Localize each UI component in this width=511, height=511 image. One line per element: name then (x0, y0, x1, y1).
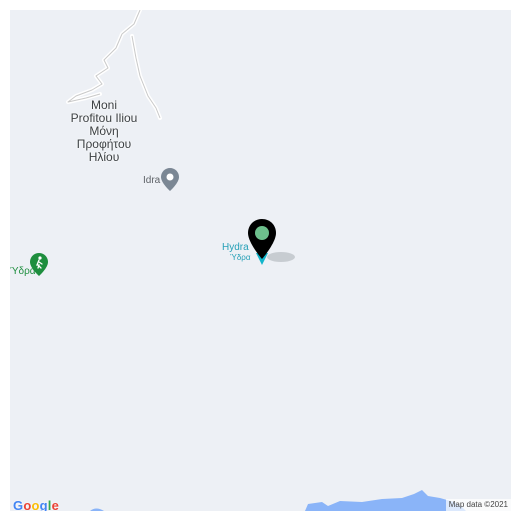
map-data-attribution[interactable]: Map data ©2021 (445, 499, 511, 511)
google-logo-letter: o (31, 498, 40, 511)
map-canvas[interactable]: Moni Profitou Iliou Μόνη Προφήτου Ηλίου … (10, 10, 511, 511)
monastery-label[interactable]: Moni Profitou Iliou Μόνη Προφήτου Ηλίου (62, 99, 146, 164)
google-logo-letter: g (39, 498, 48, 511)
coastline (305, 490, 466, 511)
google-logo[interactable]: Google (13, 498, 59, 511)
google-logo-letter: e (51, 498, 60, 511)
mountain-road (66, 10, 142, 104)
google-logo-letter: G (13, 498, 24, 511)
marker-shadow (267, 252, 295, 262)
selected-location-marker-icon[interactable] (243, 219, 307, 275)
hiking-pin-icon[interactable] (30, 253, 48, 277)
monastery-label-line: Ηλίου (88, 150, 120, 164)
map-pin-icon[interactable] (161, 168, 179, 192)
idra-label[interactable]: Idra (143, 175, 160, 186)
